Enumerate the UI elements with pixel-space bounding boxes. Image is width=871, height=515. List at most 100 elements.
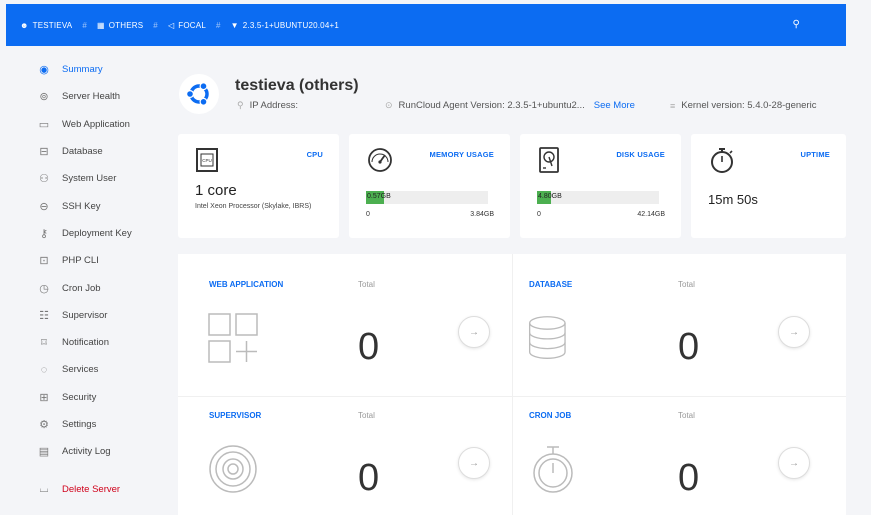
sidebar-item-system-user[interactable]: ⚇ System User: [0, 165, 170, 192]
uptime-value: 15m 50s: [708, 192, 758, 207]
breadcrumb-item[interactable]: ◁ FOCAL: [168, 21, 206, 30]
supervisor-arrow-button[interactable]: →: [458, 447, 490, 479]
key-icon: ⚷: [39, 227, 49, 240]
kernel-icon: ≡: [670, 100, 676, 111]
sidebar-item-label: Database: [62, 146, 103, 158]
disk-max: 42.14GB: [637, 211, 665, 218]
sidebar-item-database[interactable]: ⊟ Database: [0, 138, 170, 165]
location-pin-icon[interactable]: ⚲: [792, 19, 800, 30]
services-icon: ◌: [40, 363, 48, 376]
kernel-version-text: Kernel version: 5.4.0-28-generic: [681, 100, 817, 111]
database-count: 0: [678, 326, 700, 368]
sidebar-item-activity-log[interactable]: ▤ Activity Log: [0, 438, 170, 465]
breadcrumb-label: TESTIEVA: [32, 20, 73, 30]
web-application-icon: [208, 313, 258, 363]
disk-card: DISK USAGE 4.80GB 0 42.14GB: [520, 134, 681, 238]
lock-icon: ⊖: [39, 200, 49, 213]
memory-title: MEMORY USAGE: [429, 150, 494, 159]
send-icon: ◁: [167, 20, 175, 30]
sidebar-item-label: Deployment Key: [62, 227, 132, 239]
breadcrumb-label: 2.3.5-1+UBUNTU20.04+1: [242, 20, 340, 30]
sidebar-item-label: Web Application: [62, 118, 130, 130]
system-user-icon: ⚇: [39, 173, 49, 186]
sidebar-item-php-cli[interactable]: ⊡ PHP CLI: [0, 247, 170, 274]
database-arrow-button[interactable]: →: [778, 316, 810, 348]
memory-max: 3.84GB: [470, 211, 494, 218]
web-app-icon: ▭: [38, 118, 50, 131]
cpu-title: CPU: [306, 150, 323, 159]
cron-job-summary: CRON JOB Total 0 →: [498, 385, 820, 515]
sidebar-item-deployment-key[interactable]: ⚷ Deployment Key: [0, 220, 170, 247]
breadcrumb-separator: #: [153, 20, 158, 30]
info-circle-icon: ⊙: [385, 100, 393, 110]
breadcrumb-label: OTHERS: [108, 20, 144, 30]
ubuntu-logo: [179, 74, 219, 114]
svg-text:CPU: CPU: [202, 158, 212, 163]
cron-job-arrow-button[interactable]: →: [778, 447, 810, 479]
memory-min: 0: [366, 211, 370, 218]
kernel-version-row: ≡ Kernel version: 5.4.0-28-generic: [670, 100, 816, 111]
settings-icon: ⚙: [39, 419, 49, 431]
sidebar-item-label: Settings: [62, 419, 97, 430]
terminal-icon: ⊡: [39, 255, 49, 268]
stopwatch-icon: [711, 148, 733, 173]
sidebar-item-supervisor[interactable]: ☷ Supervisor: [0, 302, 170, 329]
breadcrumb-label: FOCAL: [178, 20, 206, 30]
total-label: Total: [678, 411, 695, 420]
delete-server-button[interactable]: ⌴ Delete Server: [0, 475, 170, 502]
database-summary: DATABASE Total 0 →: [498, 254, 820, 394]
web-application-count: 0: [358, 326, 380, 368]
supervisor-gear-icon: [209, 445, 257, 493]
sidebar-item-label: Notification: [62, 337, 109, 349]
uptime-card: UPTIME 15m 50s: [691, 134, 846, 238]
breadcrumb-separator: #: [215, 20, 221, 30]
supervisor-count: 0: [358, 457, 380, 499]
sidebar-item-services[interactable]: ◌ Services: [0, 356, 170, 383]
sidebar: ◉ Summary ⊚ Server Health ▭ Web Application ⊟ D…: [0, 56, 170, 503]
web-application-arrow-button[interactable]: →: [458, 316, 490, 348]
disk-used-value: 4.80GB: [538, 193, 562, 200]
ip-address-label: IP Address:: [249, 100, 299, 111]
sidebar-item-label: System User: [62, 173, 117, 185]
breadcrumb-item[interactable]: ▦ OTHERS: [97, 21, 143, 30]
delete-server-label: Delete Server: [62, 483, 121, 495]
cpu-core-count: 1 core: [195, 182, 237, 199]
wifi-icon: ▼: [230, 20, 239, 30]
trash-icon: ⌴: [39, 482, 49, 495]
sidebar-item-ssh-key[interactable]: ⊖ SSH Key: [0, 192, 170, 219]
breadcrumb-item[interactable]: ▼ 2.3.5-1+UBUNTU20.04+1: [231, 21, 339, 30]
sidebar-item-label: Cron Job: [62, 282, 101, 294]
database-title: DATABASE: [529, 280, 573, 289]
breadcrumb: ☻ TESTIEVA # ▦ OTHERS # ◁ FOCAL # ▼ 2.3.5-1+UBUNTU…: [20, 21, 339, 30]
database-icon: ⊟: [39, 146, 49, 159]
health-icon: ⊚: [39, 91, 49, 104]
sidebar-item-summary[interactable]: ◉ Summary: [0, 56, 170, 83]
agent-version-row: ⊙ RunCloud Agent Version: 2.3.5-1+ubuntu…: [385, 100, 635, 111]
activity-log-icon: ▤: [38, 446, 50, 459]
sidebar-item-settings[interactable]: ⚙ Settings: [0, 411, 170, 438]
location-pin-icon: ⚲: [237, 100, 244, 110]
clock-icon: ◷: [39, 282, 49, 295]
supervisor-title: SUPERVISOR: [209, 411, 262, 420]
disk-min: 0: [537, 211, 541, 218]
cpu-icon: CPU: [196, 148, 218, 172]
supervisor-icon: ☷: [39, 309, 49, 322]
sidebar-item-label: Summary: [62, 64, 103, 76]
disk-usage-bar: 4.80GB: [537, 191, 659, 204]
hard-disk-icon: [539, 147, 559, 173]
sidebar-item-cron-job[interactable]: ◷ Cron Job: [0, 274, 170, 301]
total-label: Total: [678, 280, 695, 289]
sidebar-item-notification[interactable]: ⌑ Notification: [0, 329, 170, 356]
sidebar-item-label: Activity Log: [62, 446, 111, 458]
sidebar-item-security[interactable]: ⊞ Security: [0, 384, 170, 411]
sidebar-item-server-health[interactable]: ⊚ Server Health: [0, 83, 170, 110]
see-more-link[interactable]: See More: [594, 100, 635, 111]
sidebar-item-label: Server Health: [62, 91, 121, 103]
arrow-right-icon: →: [789, 326, 799, 338]
page-title: testieva (others): [235, 77, 359, 94]
arrow-right-icon: →: [469, 326, 479, 338]
cron-job-count: 0: [678, 457, 700, 499]
breadcrumb-item[interactable]: ☻ TESTIEVA: [20, 21, 72, 30]
sidebar-item-label: SSH Key: [62, 200, 101, 212]
sidebar-item-web-application[interactable]: ▭ Web Application: [0, 111, 170, 138]
